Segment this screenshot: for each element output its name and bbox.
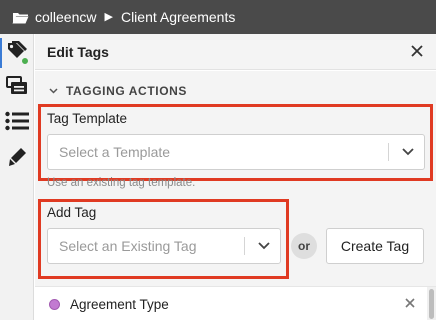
- scrollbar[interactable]: [427, 287, 436, 320]
- panel-header: Edit Tags: [35, 34, 436, 70]
- tag-template-select[interactable]: Select a Template: [47, 134, 425, 170]
- breadcrumb-separator: ▶: [104, 10, 113, 23]
- chevron-down-icon[interactable]: [247, 229, 281, 263]
- create-tag-button[interactable]: Create Tag: [326, 228, 424, 264]
- section-title: TAGGING ACTIONS: [66, 84, 187, 98]
- scrollbar-thumb[interactable]: [429, 289, 434, 319]
- stack-icon: [6, 75, 28, 101]
- list-item[interactable]: Agreement Type: [35, 287, 427, 320]
- close-button[interactable]: [408, 43, 426, 61]
- rail-stack-button[interactable]: [0, 71, 34, 105]
- add-tag-label: Add Tag: [47, 205, 97, 220]
- close-icon: [405, 296, 415, 311]
- tag-color-dot: [49, 298, 60, 310]
- pen-icon: [7, 147, 27, 172]
- panel-title: Edit Tags: [47, 43, 109, 60]
- tag-template-label: Tag Template: [47, 111, 128, 126]
- list-icon: [5, 111, 29, 136]
- add-tag-select[interactable]: Select an Existing Tag: [47, 228, 281, 264]
- chevron-down-icon: [49, 88, 58, 94]
- remove-tag-button[interactable]: [403, 296, 417, 310]
- tag-list: Agreement Type: [35, 286, 436, 320]
- select-divider: [244, 237, 245, 255]
- breadcrumb-user[interactable]: colleencw: [35, 10, 96, 24]
- status-dot: [21, 57, 29, 65]
- add-tag-placeholder: Select an Existing Tag: [59, 238, 197, 254]
- select-divider: [388, 143, 389, 161]
- tag-label: Agreement Type: [70, 296, 169, 312]
- breadcrumb-bar: colleencw ▶ Client Agreements: [0, 0, 436, 34]
- section-toggle[interactable]: TAGGING ACTIONS: [49, 84, 187, 98]
- rail-tags-button[interactable]: [0, 36, 34, 70]
- side-rail: [0, 34, 34, 320]
- or-badge: or: [291, 233, 317, 259]
- tag-template-hint: Use an existing tag template.: [47, 177, 196, 189]
- rail-list-button[interactable]: [0, 106, 34, 140]
- breadcrumb-folder[interactable]: Client Agreements: [121, 10, 235, 24]
- tag-template-placeholder: Select a Template: [59, 144, 171, 160]
- folder-icon: [12, 11, 29, 24]
- rail-edit-button[interactable]: [0, 142, 34, 176]
- chevron-down-icon[interactable]: [391, 135, 425, 169]
- close-icon: [411, 44, 423, 60]
